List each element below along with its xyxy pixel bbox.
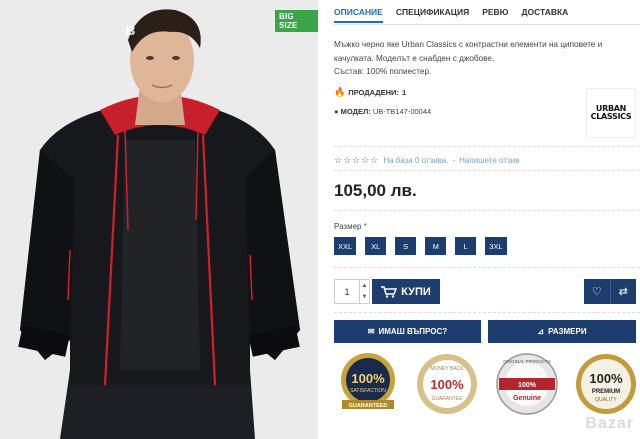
buy-label: КУПИ xyxy=(401,285,431,298)
svg-text:QUALITY: QUALITY xyxy=(595,397,617,403)
wishlist-compare-group: ♡ ⇄ xyxy=(584,279,636,304)
size-options: XXL XL S M L 3XL xyxy=(334,237,507,255)
bullet-icon: ● xyxy=(334,107,339,116)
premium-quality-badge: 100% PREMIUM QUALITY xyxy=(575,354,636,414)
tab-delivery[interactable]: ДОСТАВКА xyxy=(521,7,568,23)
cart-icon xyxy=(381,285,398,298)
tab-specification[interactable]: СПЕЦИФИКАЦИЯ xyxy=(396,7,469,23)
model-value: UB-TB147-00044 xyxy=(372,107,432,116)
svg-text:100%: 100% xyxy=(351,371,385,386)
size-option-xl[interactable]: XL xyxy=(365,237,387,255)
satisfaction-guarantee-badge: 100% SATISFACTION GUARANTEED xyxy=(341,353,395,409)
size-option-l[interactable]: L xyxy=(455,237,477,255)
envelope-icon: ✉ xyxy=(367,327,375,336)
sold-count: 🔥 ПРОДАДЕНИ: 1 xyxy=(334,87,406,98)
size-option-m[interactable]: M xyxy=(425,237,447,255)
description-line: Мъжко черно яке Urban Classics с контрас… xyxy=(334,40,603,49)
ask-question-label: ИМАШ ВЪПРОС? xyxy=(378,327,448,336)
divider xyxy=(334,267,640,268)
corner-text: в xyxy=(125,20,136,39)
divider xyxy=(334,312,640,313)
product-price: 105,00 лв. xyxy=(334,181,417,200)
divider xyxy=(334,170,640,171)
svg-text:MONEY BACK: MONEY BACK xyxy=(431,366,465,372)
size-option-3xl[interactable]: 3XL xyxy=(485,237,507,255)
svg-text:Genuine: Genuine xyxy=(513,395,541,402)
ruler-icon: ⊿ xyxy=(537,327,545,336)
description-line: Състав: 100% полиестер. xyxy=(334,67,432,76)
svg-text:100%: 100% xyxy=(431,377,465,392)
tab-description[interactable]: ОПИСАНИЕ xyxy=(334,7,383,23)
divider xyxy=(334,146,640,147)
sold-label: ПРОДАДЕНИ: xyxy=(348,88,399,97)
svg-text:SATISFACTION: SATISFACTION xyxy=(350,388,386,394)
size-option-xxl[interactable]: XXL xyxy=(334,237,357,255)
product-tabs: ОПИСАНИЕ СПЕЦИФИКАЦИЯ РЕВЮ ДОСТАВКА xyxy=(334,7,568,23)
model-code: ● МОДЕЛ: UB-TB147-00044 xyxy=(334,107,431,116)
trust-badges: 100% SATISFACTION GUARANTEED MONEY BACK … xyxy=(334,350,640,418)
chevron-down-icon[interactable]: ▼ xyxy=(360,292,369,304)
svg-text:GUARANTEE: GUARANTEE xyxy=(432,396,464,402)
size-chart-button[interactable]: ⊿ РАЗМЕРИ xyxy=(488,320,636,343)
watermark: Bazar xyxy=(585,415,634,432)
size-option-s[interactable]: S xyxy=(395,237,417,255)
rating-row: ☆☆☆☆☆ На база 0 отзива. - Напишете отзив xyxy=(334,155,519,166)
required-mark: * xyxy=(363,222,367,231)
jacket-photo xyxy=(0,0,318,439)
product-description: Мъжко черно яке Urban Classics с контрас… xyxy=(334,38,634,79)
rating-count: На база 0 отзива. xyxy=(383,156,449,165)
description-line: качулката. Моделът е снабден с джобове. xyxy=(334,53,495,63)
svg-text:100%: 100% xyxy=(518,382,537,389)
quantity-stepper[interactable]: 1 ▲ ▼ xyxy=(334,279,370,304)
chevron-up-icon[interactable]: ▲ xyxy=(360,280,369,292)
svg-text:100%: 100% xyxy=(589,371,623,386)
flame-icon: 🔥 xyxy=(334,87,346,97)
brand-logo-text: URBAN CLASSICS xyxy=(590,104,632,121)
genuine-product-badge: ORIGINAL PRODUCTS 100% Genuine xyxy=(495,353,558,415)
svg-text:PREMIUM: PREMIUM xyxy=(592,389,620,395)
tab-reviews[interactable]: РЕВЮ xyxy=(482,7,508,23)
product-details: ОПИСАНИЕ СПЕЦИФИКАЦИЯ РЕВЮ ДОСТАВКА Мъжк… xyxy=(334,0,640,439)
brand-logo[interactable]: URBAN CLASSICS xyxy=(586,88,636,138)
buy-button[interactable]: КУПИ xyxy=(372,279,440,304)
money-back-badge: MONEY BACK 100% GUARANTEE xyxy=(417,354,478,414)
divider xyxy=(334,210,640,211)
compare-icon[interactable]: ⇄ xyxy=(609,279,637,304)
big-size-badge: BIG SIZE xyxy=(275,10,318,32)
product-image[interactable]: BIG SIZE в xyxy=(0,0,318,439)
quantity-arrows: ▲ ▼ xyxy=(359,280,369,303)
ask-question-button[interactable]: ✉ ИМАШ ВЪПРОС? xyxy=(334,320,481,343)
tabs-divider xyxy=(334,24,640,25)
quantity-input[interactable]: 1 xyxy=(335,280,359,303)
svg-text:GUARANTEED: GUARANTEED xyxy=(349,403,388,409)
write-review-link[interactable]: Напишете отзив xyxy=(459,156,519,165)
heart-icon[interactable]: ♡ xyxy=(584,279,610,304)
rating-separator: - xyxy=(452,156,456,165)
sold-value: 1 xyxy=(401,88,407,97)
svg-text:ORIGINAL PRODUCTS: ORIGINAL PRODUCTS xyxy=(503,359,551,364)
size-chart-label: РАЗМЕРИ xyxy=(548,327,587,336)
model-label: МОДЕЛ: xyxy=(340,107,371,116)
rating-stars-icon[interactable]: ☆☆☆☆☆ xyxy=(334,155,379,166)
size-label: Размер * xyxy=(334,222,367,231)
